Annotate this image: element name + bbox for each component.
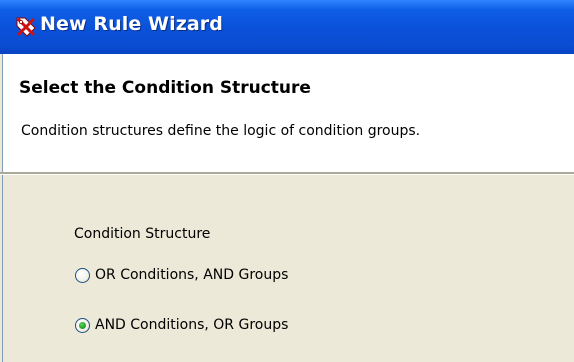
wizard-window: New Rule Wizard Select the Condition Str… <box>0 0 574 362</box>
window-title: New Rule Wizard <box>40 13 223 35</box>
rule-wizard-icon <box>14 15 38 39</box>
page-title: Select the Condition Structure <box>19 78 311 98</box>
page-description: Condition structures define the logic of… <box>21 123 421 139</box>
condition-structure-label: Condition Structure <box>74 226 211 242</box>
wizard-header: Select the Condition Structure Condition… <box>2 54 574 172</box>
radio-label-and-conditions[interactable]: AND Conditions, OR Groups <box>95 317 288 333</box>
radio-selected-dot <box>79 321 86 329</box>
radio-button-unselected[interactable] <box>75 267 90 283</box>
radio-button-selected[interactable] <box>75 317 90 333</box>
radio-and-conditions-or-groups[interactable]: AND Conditions, OR Groups <box>75 315 288 335</box>
radio-or-conditions-and-groups[interactable]: OR Conditions, AND Groups <box>75 265 288 285</box>
radio-label-or-conditions[interactable]: OR Conditions, AND Groups <box>95 267 288 283</box>
title-bar[interactable]: New Rule Wizard <box>0 0 574 54</box>
